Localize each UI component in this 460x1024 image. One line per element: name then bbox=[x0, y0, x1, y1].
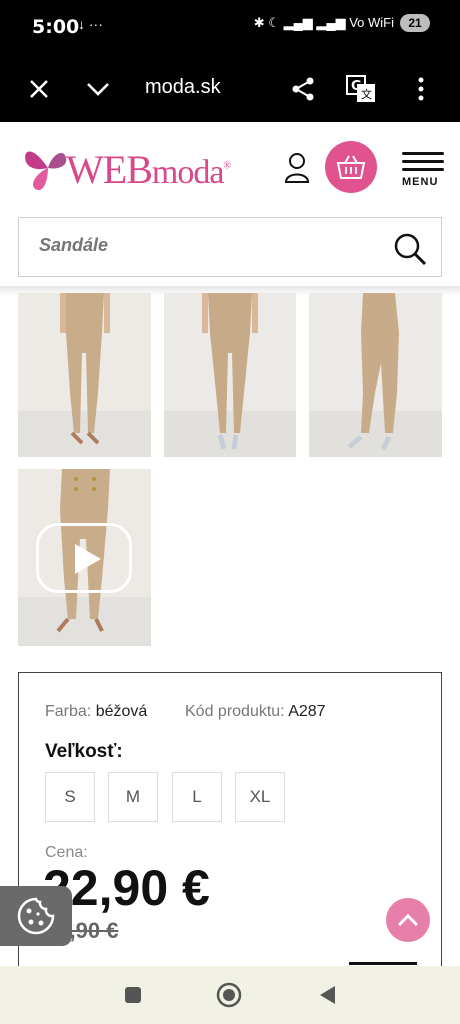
battery-icon: 21 bbox=[400, 14, 430, 32]
search-icon[interactable] bbox=[393, 232, 427, 271]
size-option-s[interactable]: S bbox=[45, 772, 95, 822]
size-option-l[interactable]: L bbox=[172, 772, 222, 822]
hamburger-icon bbox=[402, 152, 444, 155]
svg-text:文: 文 bbox=[361, 87, 372, 101]
close-icon[interactable] bbox=[24, 74, 54, 104]
cookie-settings-button[interactable] bbox=[0, 886, 72, 946]
search-input[interactable] bbox=[39, 235, 369, 256]
status-time: 5:00 bbox=[32, 16, 80, 38]
product-thumbnail-1[interactable] bbox=[18, 293, 151, 457]
signal-icons: ✱ ☾ ▂▄▆ ▂▄▆ Vo WiFi bbox=[253, 15, 394, 30]
status-bar: 5:00 ↓ ··· ✱ ☾ ▂▄▆ ▂▄▆ Vo WiFi 21 bbox=[0, 0, 460, 54]
cart-button[interactable] bbox=[325, 141, 377, 193]
browser-toolbar: moda.sk G文 bbox=[0, 54, 460, 122]
product-video-thumbnail[interactable] bbox=[18, 469, 151, 646]
divider bbox=[349, 962, 417, 965]
cookie-icon bbox=[17, 897, 55, 935]
scroll-to-top-button[interactable] bbox=[386, 898, 430, 942]
play-icon[interactable] bbox=[36, 523, 132, 593]
back-icon[interactable] bbox=[314, 982, 340, 1008]
system-navigation-bar bbox=[0, 966, 460, 1024]
chevron-down-icon[interactable] bbox=[83, 74, 113, 104]
size-option-xl[interactable]: XL bbox=[235, 772, 285, 822]
menu-button[interactable]: MENU bbox=[402, 152, 444, 188]
download-icon: ↓ ··· bbox=[78, 16, 103, 32]
user-account-icon[interactable] bbox=[284, 152, 310, 189]
recent-apps-icon[interactable] bbox=[120, 982, 146, 1008]
home-icon[interactable] bbox=[216, 982, 242, 1008]
share-icon[interactable] bbox=[288, 74, 318, 104]
color-attribute: Farba: béžová bbox=[45, 703, 148, 720]
butterfly-icon bbox=[25, 151, 67, 191]
logo-text: WEBmoda® bbox=[66, 147, 231, 192]
basket-icon bbox=[336, 155, 366, 179]
url-bar[interactable]: moda.sk bbox=[145, 76, 221, 99]
webmoda-logo[interactable]: WEBmoda® bbox=[22, 140, 231, 196]
translate-icon[interactable]: G文 bbox=[346, 74, 376, 104]
product-code-attribute: Kód produktu: A287 bbox=[185, 703, 326, 720]
product-details: Farba: béžová Kód produktu: A287 Veľkosť… bbox=[18, 672, 442, 982]
chevron-up-icon bbox=[397, 913, 419, 927]
product-thumbnail-2[interactable] bbox=[164, 293, 296, 457]
size-option-m[interactable]: M bbox=[108, 772, 158, 822]
product-thumbnail-3[interactable] bbox=[309, 293, 442, 457]
search-box bbox=[18, 217, 442, 277]
status-icons: ✱ ☾ ▂▄▆ ▂▄▆ Vo WiFi 21 bbox=[254, 14, 430, 32]
menu-label: MENU bbox=[402, 176, 439, 188]
site-header: WEBmoda® MENU bbox=[0, 122, 460, 212]
more-vert-icon[interactable] bbox=[406, 74, 436, 104]
size-title: Veľkosť: bbox=[45, 741, 123, 762]
